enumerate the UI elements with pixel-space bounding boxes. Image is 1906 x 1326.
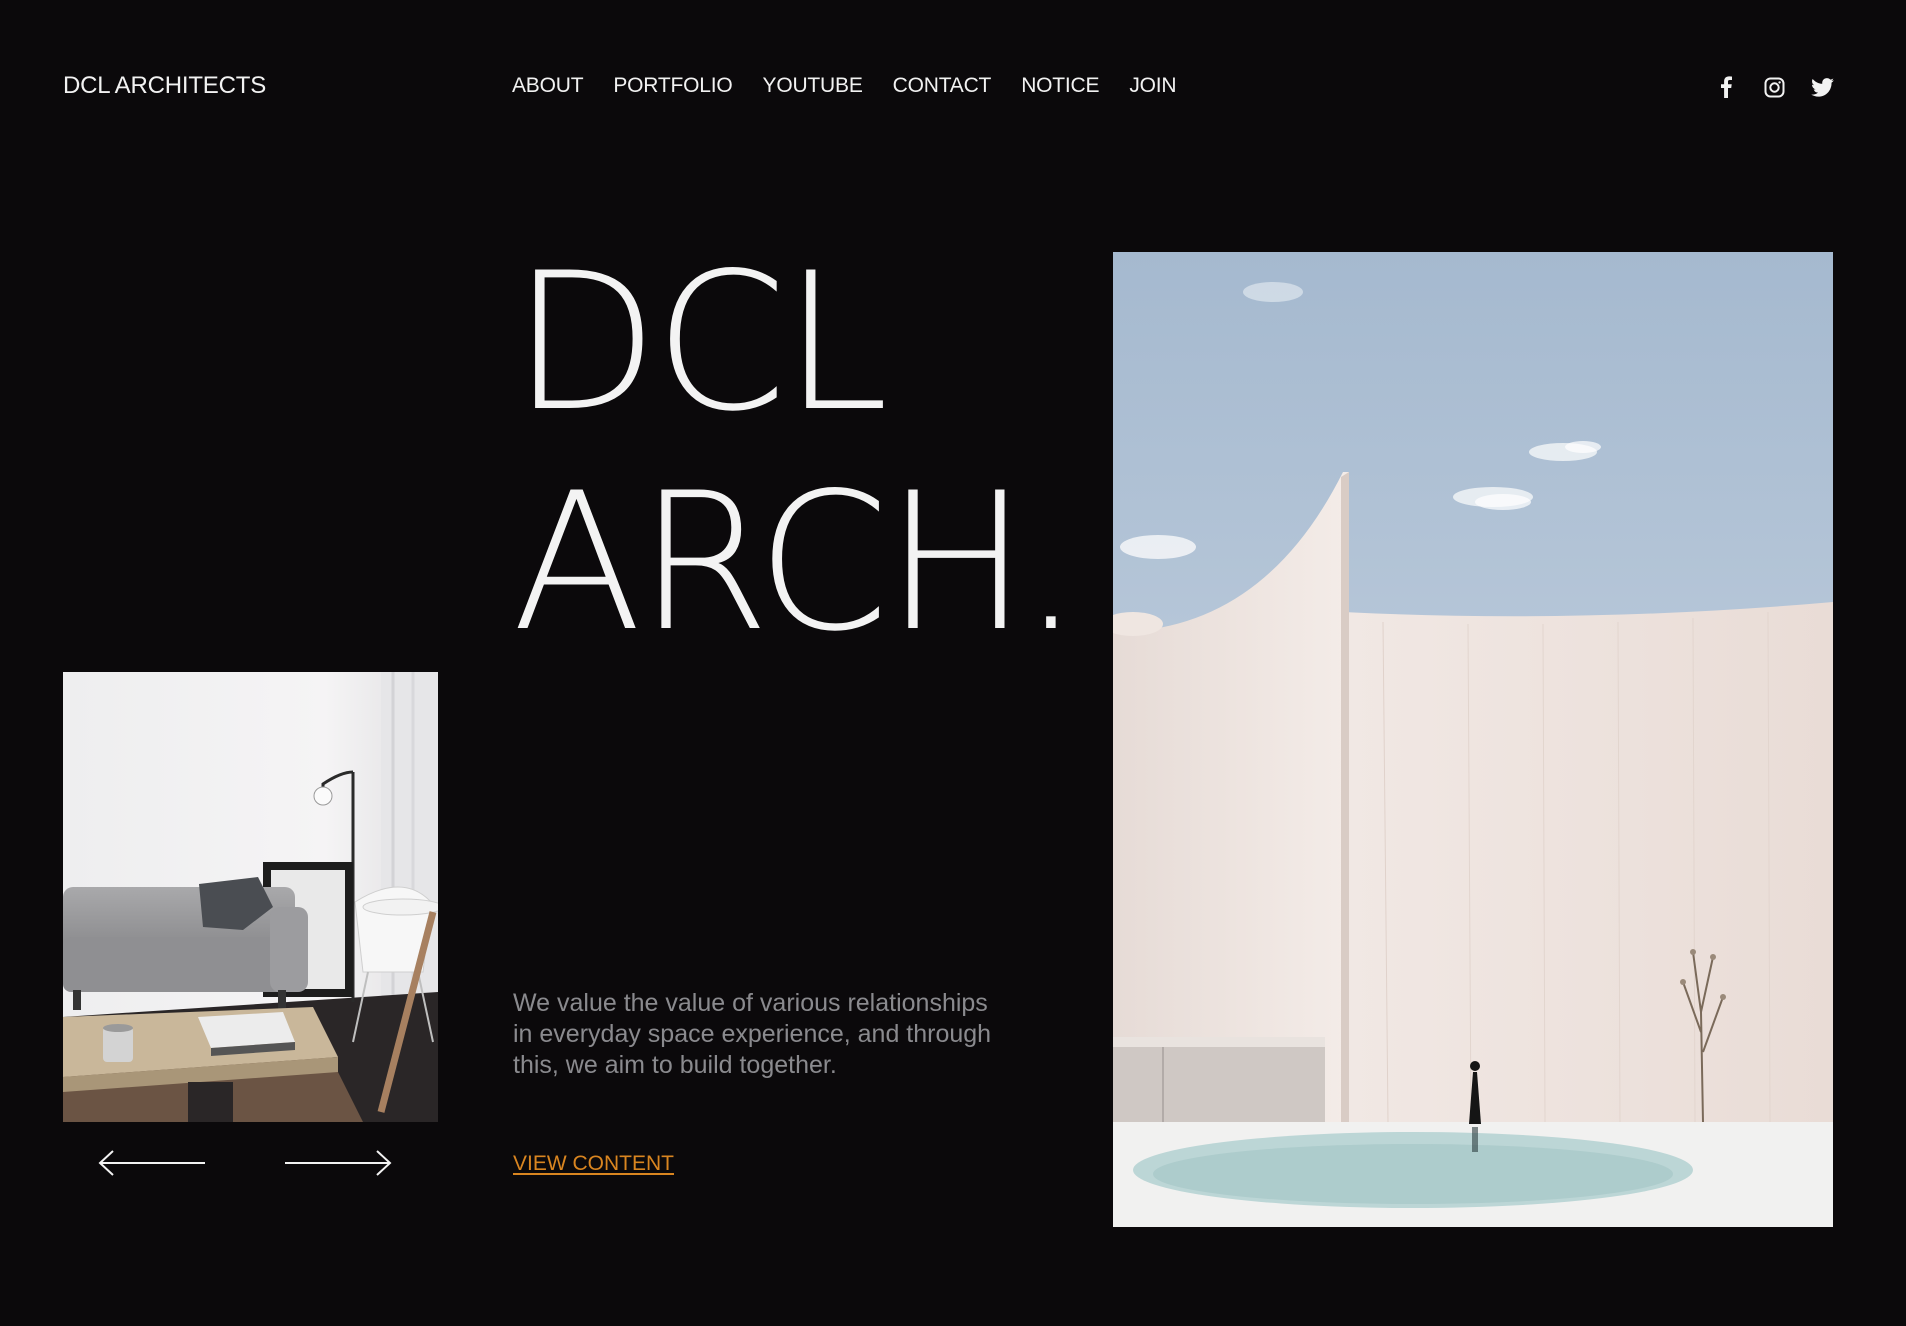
hero-title-line1: DCL (512, 232, 889, 453)
view-content-link[interactable]: VIEW CONTENT (513, 1152, 674, 1176)
nav-notice[interactable]: NOTICE (1021, 74, 1099, 98)
hero-title: DCL ARCH. (512, 232, 1081, 673)
arrow-right-icon[interactable] (283, 1148, 393, 1178)
nav-about[interactable]: ABOUT (512, 74, 584, 98)
social-links (1714, 75, 1834, 99)
twitter-icon[interactable] (1810, 75, 1834, 99)
interior-photo (63, 672, 438, 1122)
brand-logo[interactable]: DCL ARCHITECTS (63, 72, 266, 100)
arrow-left-icon[interactable] (97, 1148, 207, 1178)
nav-contact[interactable]: CONTACT (893, 74, 992, 98)
nav-portfolio[interactable]: PORTFOLIO (613, 74, 732, 98)
architecture-photo (1113, 252, 1833, 1227)
hero-title-line2: ARCH. (512, 452, 1081, 673)
slider-controls (97, 1148, 393, 1178)
nav-youtube[interactable]: YOUTUBE (763, 74, 863, 98)
hero-description: We value the value of various relationsh… (513, 989, 992, 1079)
nav-join[interactable]: JOIN (1129, 74, 1176, 98)
landing-page: DCL ARCHITECTS ABOUT PORTFOLIO YOUTUBE C… (0, 0, 1906, 1326)
instagram-icon[interactable] (1762, 75, 1786, 99)
main-nav: ABOUT PORTFOLIO YOUTUBE CONTACT NOTICE J… (512, 74, 1177, 98)
facebook-icon[interactable] (1714, 75, 1738, 99)
